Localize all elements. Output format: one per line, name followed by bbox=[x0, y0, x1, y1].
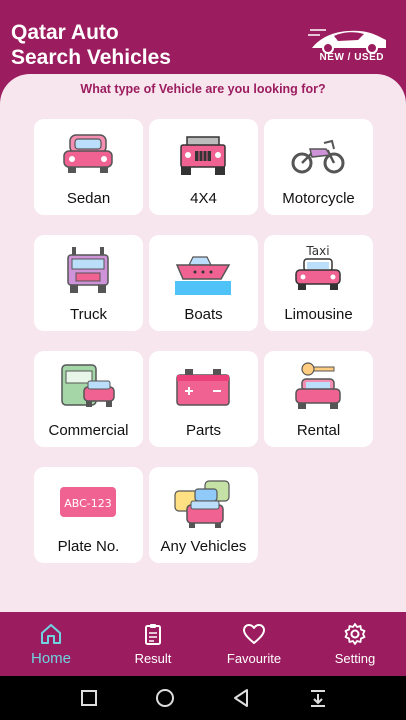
category-card-plate-no[interactable]: ABC-123 Plate No. bbox=[34, 467, 143, 563]
category-card-rental[interactable]: Rental bbox=[264, 351, 373, 447]
nav-setting-label: Setting bbox=[334, 651, 376, 666]
plate-text: ABC-123 bbox=[64, 497, 112, 510]
category-card-commercial[interactable]: Commercial bbox=[34, 351, 143, 447]
category-card-truck[interactable]: Truck bbox=[34, 235, 143, 331]
prompt-text: What type of Vehicle are you looking for… bbox=[80, 82, 326, 96]
bus-icon bbox=[61, 364, 115, 407]
nav-setting[interactable]: Setting bbox=[310, 612, 400, 676]
triangle-back-icon[interactable] bbox=[229, 686, 253, 710]
traffic-cars-icon bbox=[174, 480, 230, 528]
nav-favourite-label: Favourite bbox=[226, 651, 282, 666]
heart-icon bbox=[243, 624, 265, 644]
category-label: 4X4 bbox=[190, 190, 217, 207]
logo-text: NEW / USED bbox=[319, 52, 384, 63]
home-icon bbox=[41, 624, 61, 644]
category-label: Rental bbox=[296, 422, 341, 439]
category-card-parts[interactable]: Parts bbox=[149, 351, 258, 447]
battery-icon bbox=[176, 369, 230, 406]
category-card-4x4[interactable]: 4X4 bbox=[149, 119, 258, 215]
category-label: Limousine bbox=[284, 306, 353, 323]
notification-pull-icon[interactable] bbox=[306, 686, 330, 710]
taxi-icon: Taxi bbox=[295, 244, 341, 290]
boat-icon bbox=[175, 256, 231, 295]
nav-result[interactable]: Result bbox=[108, 612, 198, 676]
category-label: Any Vehicles bbox=[160, 538, 247, 555]
truck-icon bbox=[67, 247, 109, 293]
nav-result-label: Result bbox=[134, 651, 172, 666]
category-label: Parts bbox=[185, 422, 221, 439]
category-card-motorcycle[interactable]: Motorcycle bbox=[264, 119, 373, 215]
category-label: Motorcycle bbox=[282, 190, 355, 207]
sedan-icon bbox=[63, 134, 113, 173]
nav-home-label: Home bbox=[30, 650, 71, 667]
category-label: Plate No. bbox=[57, 538, 120, 555]
category-label: Sedan bbox=[66, 190, 111, 207]
app-title: Qatar Auto Search Vehicles bbox=[11, 20, 171, 70]
category-card-limousine[interactable]: Taxi Limousine bbox=[264, 235, 373, 331]
category-label: Truck bbox=[70, 306, 107, 323]
category-label: Boats bbox=[184, 306, 223, 323]
main-content: What type of Vehicle are you looking for… bbox=[0, 74, 406, 612]
gear-icon bbox=[344, 623, 366, 645]
taxi-sign-text: Taxi bbox=[305, 244, 329, 258]
nav-home[interactable]: Home bbox=[6, 612, 96, 676]
jeep-icon bbox=[180, 136, 226, 175]
category-label: Commercial bbox=[48, 422, 129, 439]
system-nav-bar bbox=[0, 676, 406, 720]
category-card-sedan[interactable]: Sedan bbox=[34, 119, 143, 215]
nav-favourite[interactable]: Favourite bbox=[209, 612, 299, 676]
square-recents-icon[interactable] bbox=[77, 686, 101, 710]
app-title-line2: Search Vehicles bbox=[11, 46, 171, 69]
app-title-line1: Qatar Auto bbox=[11, 21, 119, 44]
car-key-icon bbox=[295, 362, 341, 409]
category-card-boats[interactable]: Boats bbox=[149, 235, 258, 331]
motorcycle-icon bbox=[291, 139, 345, 174]
bottom-nav: Home Result Favourite Setting bbox=[0, 612, 406, 676]
clipboard-icon bbox=[145, 624, 161, 645]
category-card-any-vehicles[interactable]: Any Vehicles bbox=[149, 467, 258, 563]
license-plate-icon: ABC-123 bbox=[60, 487, 116, 517]
circle-home-icon[interactable] bbox=[153, 686, 177, 710]
